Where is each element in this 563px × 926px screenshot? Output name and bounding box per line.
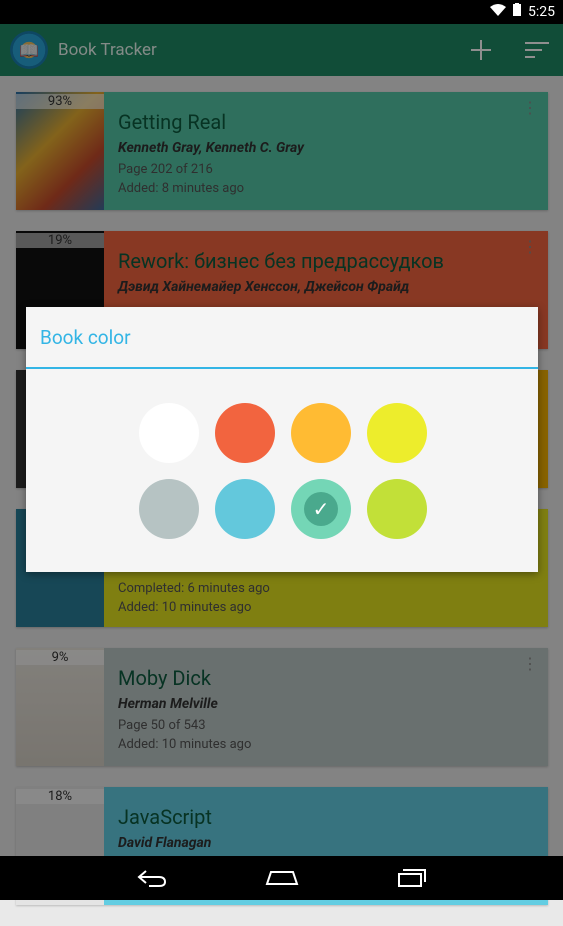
color-swatch-lime[interactable] <box>367 479 427 539</box>
color-swatch-grid: ✓ <box>139 403 427 539</box>
status-bar: 5:25 <box>0 0 563 24</box>
back-button[interactable] <box>132 863 172 893</box>
color-swatch-blue[interactable] <box>215 479 275 539</box>
navigation-bar <box>0 856 563 900</box>
wifi-icon <box>490 3 506 21</box>
battery-icon <box>512 3 522 21</box>
recents-icon <box>397 869 426 887</box>
book-color-dialog: Book color ✓ <box>26 307 538 572</box>
check-icon: ✓ <box>304 492 338 526</box>
dialog-title: Book color <box>26 307 538 369</box>
back-icon <box>136 870 166 887</box>
recents-button[interactable] <box>392 863 432 893</box>
clock: 5:25 <box>528 4 555 20</box>
color-swatch-white[interactable] <box>139 403 199 463</box>
home-button[interactable] <box>262 863 302 893</box>
color-swatch-red[interactable] <box>215 403 275 463</box>
color-swatch-orange[interactable] <box>291 403 351 463</box>
home-icon <box>265 871 298 885</box>
color-swatch-yellow[interactable] <box>367 403 427 463</box>
color-swatch-green-selected[interactable]: ✓ <box>291 479 351 539</box>
color-swatch-gray[interactable] <box>139 479 199 539</box>
